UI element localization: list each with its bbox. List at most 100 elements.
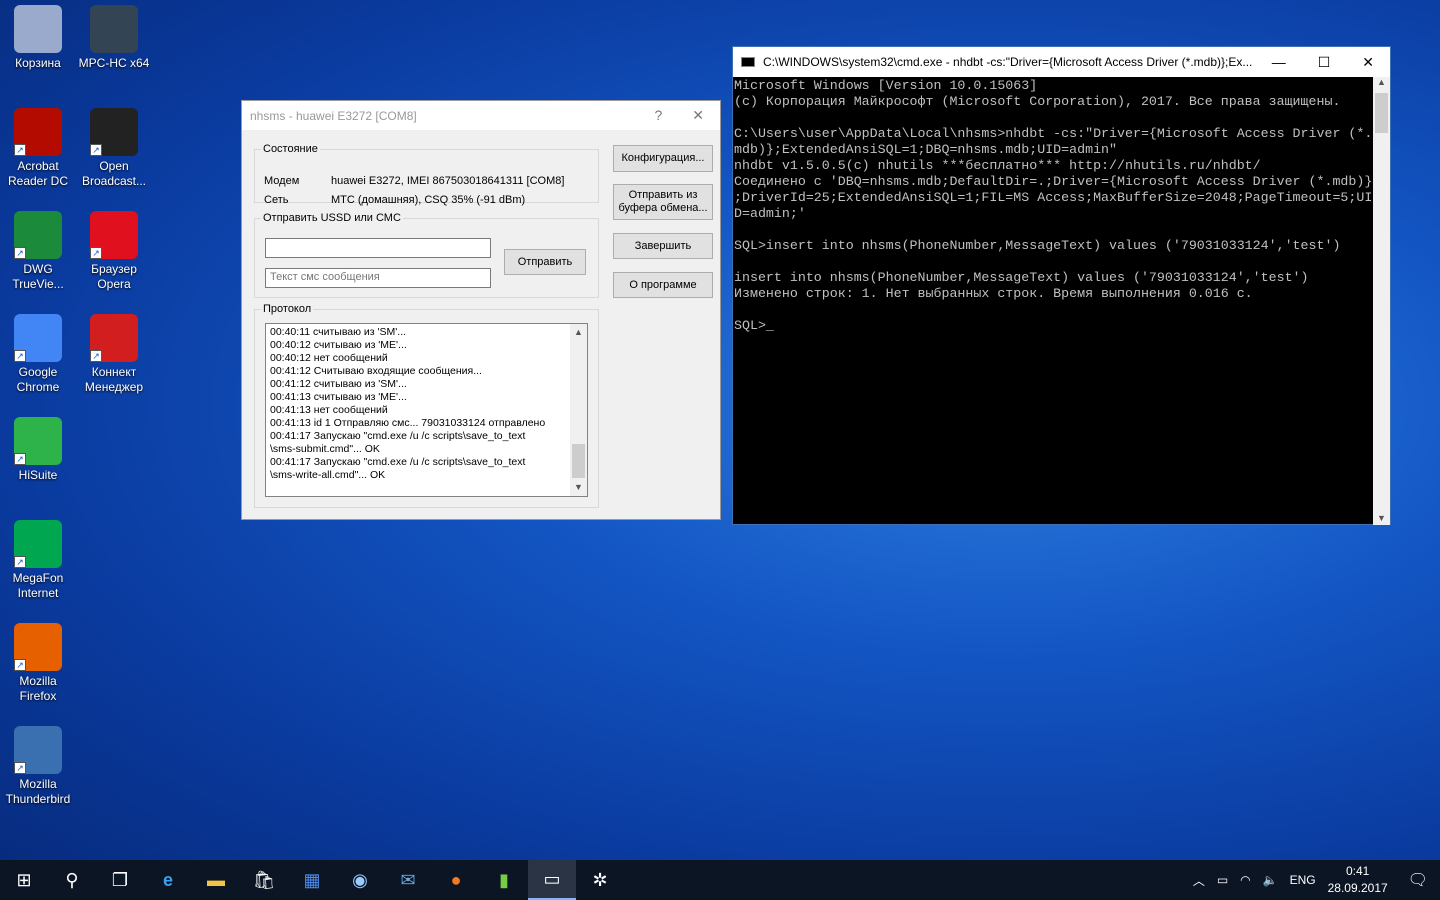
console-line: D=admin;' <box>734 206 806 221</box>
log-line: \sms-submit.cmd"... OK <box>270 443 380 455</box>
shortcut-arrow-icon: ↗ <box>14 556 26 568</box>
app-icon: ↗ <box>90 314 138 362</box>
minimize-icon[interactable]: — <box>1272 54 1286 71</box>
log-scrollbar[interactable]: ▲ ▼ <box>570 324 587 496</box>
number-input[interactable] <box>265 238 491 258</box>
desktop-icon-label: MegaFon Internet <box>12 571 64 600</box>
cmd-taskbar-icon[interactable]: ▭ <box>528 860 576 900</box>
close-icon[interactable]: ✕ <box>1362 54 1374 71</box>
console-line: mdb)};ExtendedAnsiSQL=1;DBQ=nhsms.mdb;UI… <box>734 142 1118 157</box>
console-line: C:\Users\user\AppData\Local\nhsms>nhdbt … <box>734 126 1373 141</box>
cmd-window: C:\WINDOWS\system32\cmd.exe - nhdbt -cs:… <box>732 46 1391 525</box>
scroll-thumb[interactable] <box>1375 93 1388 133</box>
language-indicator[interactable]: ENG <box>1290 873 1316 887</box>
log-legend: Протокол <box>263 303 312 315</box>
store-icon[interactable]: 🛍 <box>240 860 288 900</box>
app-icon: ↗ <box>14 417 62 465</box>
desktop-icon[interactable]: ↗ Браузер Opera <box>76 211 152 292</box>
desktop-icon-label: DWG TrueVie... <box>12 262 64 291</box>
obs-icon[interactable]: ✲ <box>576 860 624 900</box>
desktop-icon[interactable]: ↗ Mozilla Thunderbird <box>0 726 76 807</box>
shortcut-arrow-icon: ↗ <box>14 659 26 671</box>
desktop-icon[interactable]: ↗ Open Broadcast... <box>76 108 152 189</box>
config-button[interactable]: Конфигурация... <box>613 145 713 172</box>
clock[interactable]: 0:41 28.09.2017 <box>1328 863 1388 897</box>
app-icon: ↗ <box>14 314 62 362</box>
desktop-icon[interactable]: ↗ Коннект Менеджер <box>76 314 152 395</box>
cmd-titlebar[interactable]: C:\WINDOWS\system32\cmd.exe - nhdbt -cs:… <box>733 47 1390 77</box>
shortcut-arrow-icon: ↗ <box>14 350 26 362</box>
wifi-icon[interactable]: ◠ <box>1240 873 1250 887</box>
modem-label: Модем <box>264 175 300 187</box>
console-line: insert into nhsms(PhoneNumber,MessageTex… <box>734 270 1309 285</box>
desktop-icon[interactable]: ↗ Acrobat Reader DC <box>0 108 76 189</box>
desktop-icon[interactable]: ↗ DWG TrueVie... <box>0 211 76 292</box>
console-line: (c) Корпорация Майкрософт (Microsoft Cor… <box>734 94 1341 109</box>
log-line: 00:41:13 считываю из 'ME'... <box>270 391 407 403</box>
about-button[interactable]: О программе <box>613 272 713 298</box>
app-icon: ↗ <box>14 520 62 568</box>
status-group: Состояние Модем huawei E3272, IMEI 86750… <box>254 143 599 206</box>
nhsms-dialog: nhsms - huawei E3272 [COM8] ? ✕ Состояние… <box>241 100 721 520</box>
log-line: 00:40:12 считываю из 'ME'... <box>270 339 407 351</box>
firefox-icon[interactable]: ● <box>432 860 480 900</box>
file-explorer-icon[interactable]: ▬ <box>192 860 240 900</box>
log-line: 00:41:13 id 1 Отправляю смс... 790310331… <box>270 417 546 429</box>
volume-icon[interactable]: 🔈 <box>1263 873 1278 887</box>
app-icon: ↗ <box>14 623 62 671</box>
desktop-icon-label: Коннект Менеджер <box>84 365 144 394</box>
desktop-icon-label: Корзина <box>15 56 61 70</box>
cmd-scrollbar[interactable]: ▲ ▼ <box>1373 77 1390 525</box>
console-output[interactable]: Microsoft Windows [Version 10.0.15063] (c… <box>734 78 1374 525</box>
send-button[interactable]: Отправить <box>504 249 586 275</box>
chevron-up-icon[interactable]: ︿ <box>1193 872 1205 889</box>
send-clipboard-button[interactable]: Отправить из буфера обмена... <box>613 184 713 220</box>
network-value: МТС (домашняя), CSQ 35% (-91 dBm) <box>331 194 526 206</box>
desktop-icon[interactable]: ↗ MegaFon Internet <box>0 520 76 601</box>
log-line: 00:41:13 нет сообщений <box>270 404 388 416</box>
desktop-icon-label: HiSuite <box>18 468 58 482</box>
hisuite-icon[interactable]: ▮ <box>480 860 528 900</box>
time: 0:41 <box>1345 864 1370 878</box>
desktop-icon[interactable]: Корзина <box>0 5 76 71</box>
desktop-icon[interactable]: ↗ HiSuite <box>0 417 76 483</box>
desktop-icon-label: Google Chrome <box>16 365 60 394</box>
notifications-icon[interactable]: 🗨 <box>1408 870 1428 890</box>
exit-button[interactable]: Завершить <box>613 233 713 259</box>
maximize-icon[interactable]: ☐ <box>1318 54 1331 71</box>
mpc-hc-icon[interactable]: ▦ <box>288 860 336 900</box>
shortcut-arrow-icon: ↗ <box>14 453 26 465</box>
shortcut-arrow-icon: ↗ <box>14 144 26 156</box>
date: 28.09.2017 <box>1327 881 1388 895</box>
console-line: Соединено с 'DBQ=nhsms.mdb;DefaultDir=.;… <box>734 174 1373 189</box>
taskbar: ⊞ ⚲ ❐ e ▬ 🛍 ▦ ◉ ✉ ● ▮ ▭ ✲ ︿ ▭ ◠ 🔈 ENG 0:… <box>0 860 1440 900</box>
status-legend: Состояние <box>263 143 318 155</box>
desktop-icon[interactable]: MPC-HC x64 <box>76 5 152 71</box>
console-line: SQL>insert into nhsms(PhoneNumber,Messag… <box>734 238 1341 253</box>
app-icon[interactable]: ◉ <box>336 860 384 900</box>
task-view-icon[interactable]: ❐ <box>96 860 144 900</box>
app-icon: ↗ <box>14 108 62 156</box>
desktop-icon[interactable]: ↗ Google Chrome <box>0 314 76 395</box>
app-icon: ↗ <box>14 211 62 259</box>
help-button[interactable]: ? <box>654 107 662 124</box>
desktop-icon[interactable]: ↗ Mozilla Firefox <box>0 623 76 704</box>
thunderbird-icon[interactable]: ✉ <box>384 860 432 900</box>
log-list[interactable]: 00:40:11 считываю из 'SM'... 00:40:12 счи… <box>265 323 588 497</box>
app-icon: ↗ <box>14 726 62 774</box>
modem-value: huawei E3272, IMEI 867503018641311 [COM8… <box>331 175 565 187</box>
console-line: SQL>_ <box>734 318 774 333</box>
battery-icon[interactable]: ▭ <box>1217 873 1228 887</box>
sms-text-input[interactable]: Текст смс сообщения <box>265 268 491 288</box>
shortcut-arrow-icon: ↗ <box>14 247 26 259</box>
close-button[interactable]: ✕ <box>692 107 704 124</box>
edge-icon[interactable]: e <box>144 860 192 900</box>
search-icon[interactable]: ⚲ <box>48 860 96 900</box>
dialog-titlebar[interactable]: nhsms - huawei E3272 [COM8] ? ✕ <box>242 101 720 130</box>
log-line: \sms-write-all.cmd"... OK <box>270 469 386 481</box>
start-icon[interactable]: ⊞ <box>0 860 48 900</box>
scroll-thumb[interactable] <box>572 444 585 478</box>
